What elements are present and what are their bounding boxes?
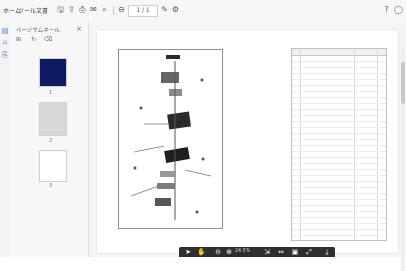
zoom-level[interactable]: 24.5% bbox=[235, 249, 250, 254]
thumbnail-page-1[interactable] bbox=[39, 58, 67, 87]
upload-icon[interactable]: ⇪ bbox=[67, 5, 76, 14]
menu-document[interactable]: 文書 bbox=[36, 6, 48, 15]
vertical-scrollbar-thumb[interactable] bbox=[401, 62, 405, 104]
thumbnail-label-3: 3 bbox=[49, 183, 53, 189]
pdf-viewer-window: ホーム ツール 文書 🖫 ⇪ ⎙ ✉ ⌕ ⊖ 1 / 1 ✎ ⚙ ? ◯ ▤ ⌑… bbox=[0, 0, 406, 271]
thumbnail-label-2: 2 bbox=[49, 138, 53, 144]
thumbnail-tools: ⊞ ↻ ⌫ bbox=[16, 36, 76, 46]
menu-tools[interactable]: ツール bbox=[18, 6, 36, 15]
thumbnail-label-1: 1 bbox=[49, 90, 53, 96]
select-tool-icon[interactable]: ➤ bbox=[184, 248, 192, 256]
bottom-toolbar: ➤ ✋ ⊖ ⊕ 24.5% ⇲ ⇔ ▣ ⤢ ⤓ bbox=[179, 247, 335, 257]
zoom-in-icon[interactable]: ⊕ bbox=[225, 248, 233, 256]
fullscreen-icon[interactable]: ⤢ bbox=[305, 248, 313, 256]
diagram-svg bbox=[130, 55, 212, 220]
profile-icon[interactable]: ◯ bbox=[394, 5, 403, 14]
parts-table bbox=[291, 48, 387, 241]
bookmarks-icon[interactable]: ⌑ bbox=[1, 39, 9, 47]
document-area bbox=[89, 22, 406, 271]
page-number-box[interactable]: 1 / 1 bbox=[128, 5, 158, 17]
toolbar-divider bbox=[113, 6, 114, 15]
panel-title: ページサムネール bbox=[16, 28, 60, 34]
save-icon[interactable]: 🖫 bbox=[56, 5, 65, 14]
menu-bar: ホーム ツール 文書 🖫 ⇪ ⎙ ✉ ⌕ ⊖ 1 / 1 ✎ ⚙ ? ◯ bbox=[0, 0, 406, 23]
pen-icon[interactable]: ✎ bbox=[160, 5, 169, 14]
fit-width-icon[interactable]: ⇔ bbox=[277, 248, 285, 256]
print-icon[interactable]: ⎙ bbox=[78, 5, 87, 14]
help-icon[interactable]: ? bbox=[382, 5, 391, 14]
thumbnail-rotate-icon[interactable]: ↻ bbox=[31, 36, 36, 43]
fit-page-icon[interactable]: ⇲ bbox=[263, 248, 271, 256]
previous-page-icon[interactable]: ⊖ bbox=[117, 5, 126, 14]
thumbnail-panel: ページサムネール × ⊞ ↻ ⌫ 1 2 3 bbox=[10, 22, 89, 257]
hand-tool-icon[interactable]: ✋ bbox=[197, 248, 206, 256]
thumbnail-page-3[interactable] bbox=[39, 150, 67, 182]
reading-mode-icon[interactable]: ▣ bbox=[291, 248, 299, 256]
zoom-out-icon[interactable]: ⊖ bbox=[214, 248, 222, 256]
attachments-icon[interactable]: ⎘ bbox=[1, 51, 9, 59]
page-thumbnails-icon[interactable]: ▤ bbox=[1, 27, 9, 35]
download-icon[interactable]: ⤓ bbox=[323, 248, 331, 256]
close-panel-button[interactable]: × bbox=[76, 25, 82, 33]
document-page bbox=[97, 30, 398, 253]
thumbnail-page-2[interactable] bbox=[39, 102, 67, 136]
table-row bbox=[292, 235, 386, 240]
search-icon[interactable]: ⌕ bbox=[100, 5, 109, 14]
thumbnail-delete-icon[interactable]: ⌫ bbox=[44, 36, 52, 43]
thumbnail-size-icon[interactable]: ⊞ bbox=[16, 36, 21, 43]
exploded-diagram bbox=[118, 49, 223, 229]
email-icon[interactable]: ✉ bbox=[89, 5, 98, 14]
settings-icon[interactable]: ⚙ bbox=[171, 5, 180, 14]
page-background bbox=[89, 22, 406, 257]
